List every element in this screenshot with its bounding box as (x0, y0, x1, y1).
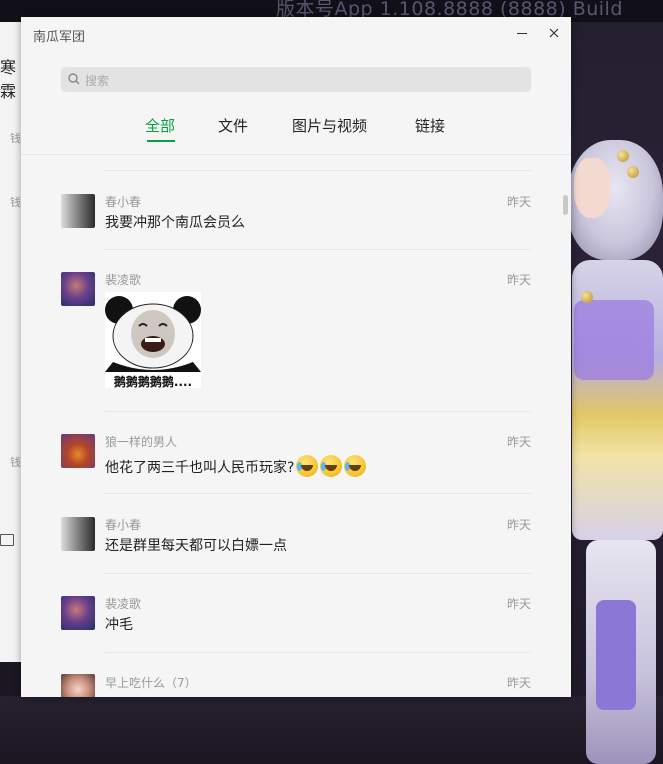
message-time: 昨天 (507, 597, 532, 611)
message-list[interactable]: 春小春 昨天 我要冲那个南瓜会员么 裴凌歌 昨天 鹅鹅鹅鹅鹅.... 狼一样的男… (21, 155, 571, 697)
avatar[interactable] (61, 194, 95, 228)
laughing-crying-emoji-icon (344, 455, 367, 477)
message-time: 昨天 (507, 435, 532, 449)
avatar[interactable] (61, 434, 95, 468)
laughing-crying-emoji-icon (296, 455, 319, 477)
search-input[interactable] (83, 67, 527, 94)
message-time: 昨天 (507, 518, 532, 532)
bell-ornament-icon (627, 166, 639, 178)
window-title: 南瓜军团 (33, 30, 86, 45)
search-box[interactable] (61, 67, 531, 94)
sticker-caption: 鹅鹅鹅鹅鹅.... (113, 375, 193, 389)
avatar[interactable] (61, 272, 95, 306)
tab-files[interactable]: 文件 (218, 115, 248, 136)
avatar[interactable] (61, 596, 95, 630)
filter-tabs: 全部 文件 图片与视频 链接 (21, 115, 571, 145)
sender-name: 裴凌歌 (105, 597, 142, 611)
divider (105, 249, 531, 250)
game-scene-floor (0, 696, 663, 764)
sticker-image[interactable]: 鹅鹅鹅鹅鹅.... (105, 292, 201, 389)
sender-name: 春小春 (105, 518, 142, 532)
tab-links[interactable]: 链接 (415, 115, 445, 136)
minimize-button[interactable] (509, 21, 535, 45)
search-icon (68, 73, 80, 85)
divider (105, 170, 531, 171)
sender-name: 春小春 (105, 195, 142, 209)
close-button[interactable] (541, 21, 567, 45)
game-character-face (574, 158, 610, 218)
message-text: 我要冲那个南瓜会员么 (105, 215, 245, 231)
background-text-fragment: 钱 (10, 196, 21, 209)
message-text: 还是群里每天都可以白嫖一点 (105, 538, 287, 554)
active-tab-indicator (147, 140, 175, 142)
message-time: 昨天 (507, 676, 532, 690)
avatar[interactable] (61, 674, 95, 697)
message-time: 昨天 (507, 195, 532, 209)
message-time: 昨天 (507, 273, 532, 287)
bell-ornament-icon (617, 150, 629, 162)
tab-images-videos[interactable]: 图片与视频 (292, 115, 367, 136)
game-character-boot (596, 600, 636, 710)
sender-name: 早上吃什么（7） (105, 676, 197, 690)
bell-ornament-icon (581, 291, 593, 303)
folder-icon (0, 534, 14, 546)
background-text-fragment: 钱 (10, 456, 21, 469)
divider (105, 493, 531, 494)
sender-name: 狼一样的男人 (105, 435, 178, 449)
divider (105, 652, 531, 653)
panda-face-icon (105, 292, 201, 372)
tab-all[interactable]: 全部 (145, 115, 175, 136)
close-icon (549, 28, 559, 38)
divider (105, 411, 531, 412)
sender-name: 裴凌歌 (105, 273, 142, 287)
minimize-icon (517, 32, 527, 34)
message-text: 冲毛 (105, 617, 133, 633)
title-bar[interactable]: 南瓜军团 (21, 17, 571, 53)
game-character-sash (574, 300, 654, 380)
chat-history-window: 南瓜军团 全部 文件 图片与视频 链接 春小春 昨天 我要冲那个南瓜会 (21, 17, 571, 697)
message-text-content: 他花了两三千也叫人民币玩家? (105, 460, 295, 476)
avatar[interactable] (61, 517, 95, 551)
divider (105, 573, 531, 574)
scrollbar-thumb[interactable] (563, 195, 568, 215)
background-text-fragment: 钱 (10, 132, 21, 145)
message-text: 他花了两三千也叫人民币玩家? (105, 455, 367, 477)
laughing-crying-emoji-icon (320, 455, 343, 477)
